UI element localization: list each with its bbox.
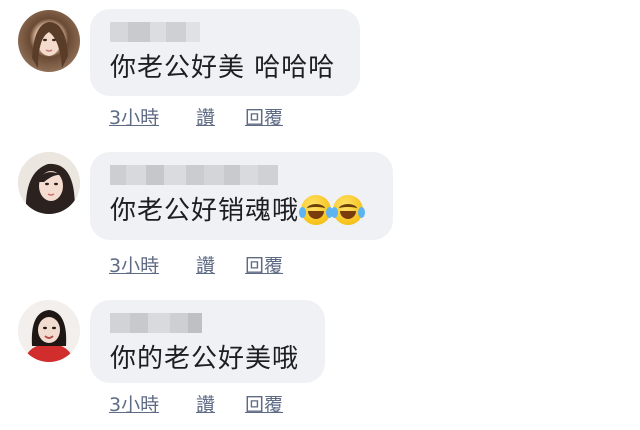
tears-of-joy-emoji bbox=[331, 195, 366, 225]
blurred-author-name bbox=[110, 313, 202, 333]
avatar[interactable] bbox=[18, 152, 80, 214]
avatar[interactable] bbox=[18, 10, 80, 72]
comment-bubble: 你老公好美 哈哈哈 bbox=[90, 9, 360, 96]
comment-text: 你的老公好美哦 bbox=[110, 344, 300, 374]
comment-bubble: 你的老公好美哦 bbox=[90, 300, 325, 383]
blurred-author-name bbox=[110, 22, 200, 42]
timestamp-link[interactable]: 3小時 bbox=[109, 390, 159, 417]
timestamp-link[interactable]: 3小時 bbox=[109, 251, 159, 278]
comment-text-label: 你老公好销魂哦 bbox=[110, 196, 300, 226]
reply-link[interactable]: 回覆 bbox=[245, 103, 283, 130]
tears-of-joy-emoji bbox=[299, 195, 334, 225]
avatar[interactable] bbox=[18, 300, 80, 362]
reply-link[interactable]: 回覆 bbox=[245, 251, 283, 278]
avatar-image bbox=[18, 152, 80, 214]
blurred-author-name bbox=[110, 165, 278, 185]
avatar-image bbox=[18, 300, 80, 362]
like-link[interactable]: 讚 bbox=[196, 103, 215, 130]
avatar-image bbox=[32, 22, 68, 68]
like-link[interactable]: 讚 bbox=[196, 390, 215, 417]
like-link[interactable]: 讚 bbox=[196, 251, 215, 278]
reply-link[interactable]: 回覆 bbox=[245, 390, 283, 417]
timestamp-link[interactable]: 3小時 bbox=[109, 103, 159, 130]
comment-text: 你老公好美 哈哈哈 bbox=[110, 53, 336, 83]
comment-bubble: 你老公好销魂哦 bbox=[90, 152, 393, 240]
comment-text: 你老公好销魂哦 bbox=[110, 190, 366, 227]
